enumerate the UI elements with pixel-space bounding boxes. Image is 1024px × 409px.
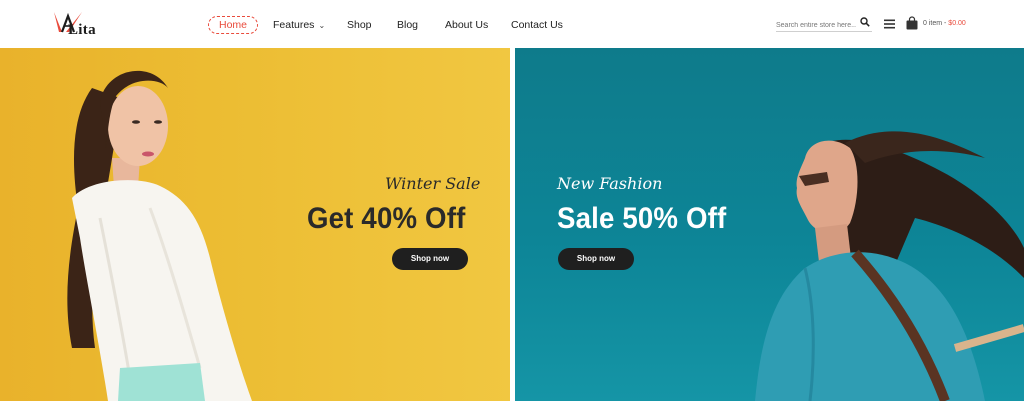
banner-winter-sale[interactable]: Winter Sale Get 40% Off Shop now	[0, 48, 510, 401]
search-icon[interactable]	[860, 17, 870, 27]
search-box	[776, 14, 872, 34]
nav-features-label: Features	[273, 19, 315, 31]
banner-headline: Sale 50% Off	[557, 202, 727, 235]
banner-headline: Get 40% Off	[307, 202, 466, 235]
logo[interactable]: Lita	[52, 10, 112, 40]
nav-blog[interactable]: Blog	[397, 15, 418, 35]
chevron-down-icon: ⌄	[318, 21, 326, 30]
nav-contact-us[interactable]: Contact Us	[511, 15, 563, 35]
nav-home[interactable]: Home	[208, 16, 259, 34]
banner-script-title: Winter Sale	[385, 174, 481, 193]
menu-icon[interactable]	[884, 19, 895, 29]
site-header: Lita Home Features ⌄ Shop Blog About Us C…	[0, 0, 1024, 48]
shopping-bag-icon[interactable]	[906, 16, 918, 30]
cart-summary[interactable]: 0 item - $0.00	[923, 20, 966, 27]
banner-new-fashion[interactable]: New Fashion Sale 50% Off Shop now	[515, 48, 1024, 401]
banner-script-title: New Fashion	[557, 174, 663, 193]
nav-about-us[interactable]: About Us	[445, 15, 488, 35]
search-input[interactable]	[776, 17, 856, 34]
cart-item-count: 0 item -	[923, 20, 947, 27]
cart-price: $0.00	[948, 20, 966, 27]
shop-now-button[interactable]: Shop now	[558, 248, 634, 270]
nav-shop[interactable]: Shop	[347, 15, 372, 35]
nav-features[interactable]: Features ⌄	[273, 15, 325, 35]
logo-text: Lita	[68, 22, 96, 38]
shop-now-button[interactable]: Shop now	[392, 248, 468, 270]
